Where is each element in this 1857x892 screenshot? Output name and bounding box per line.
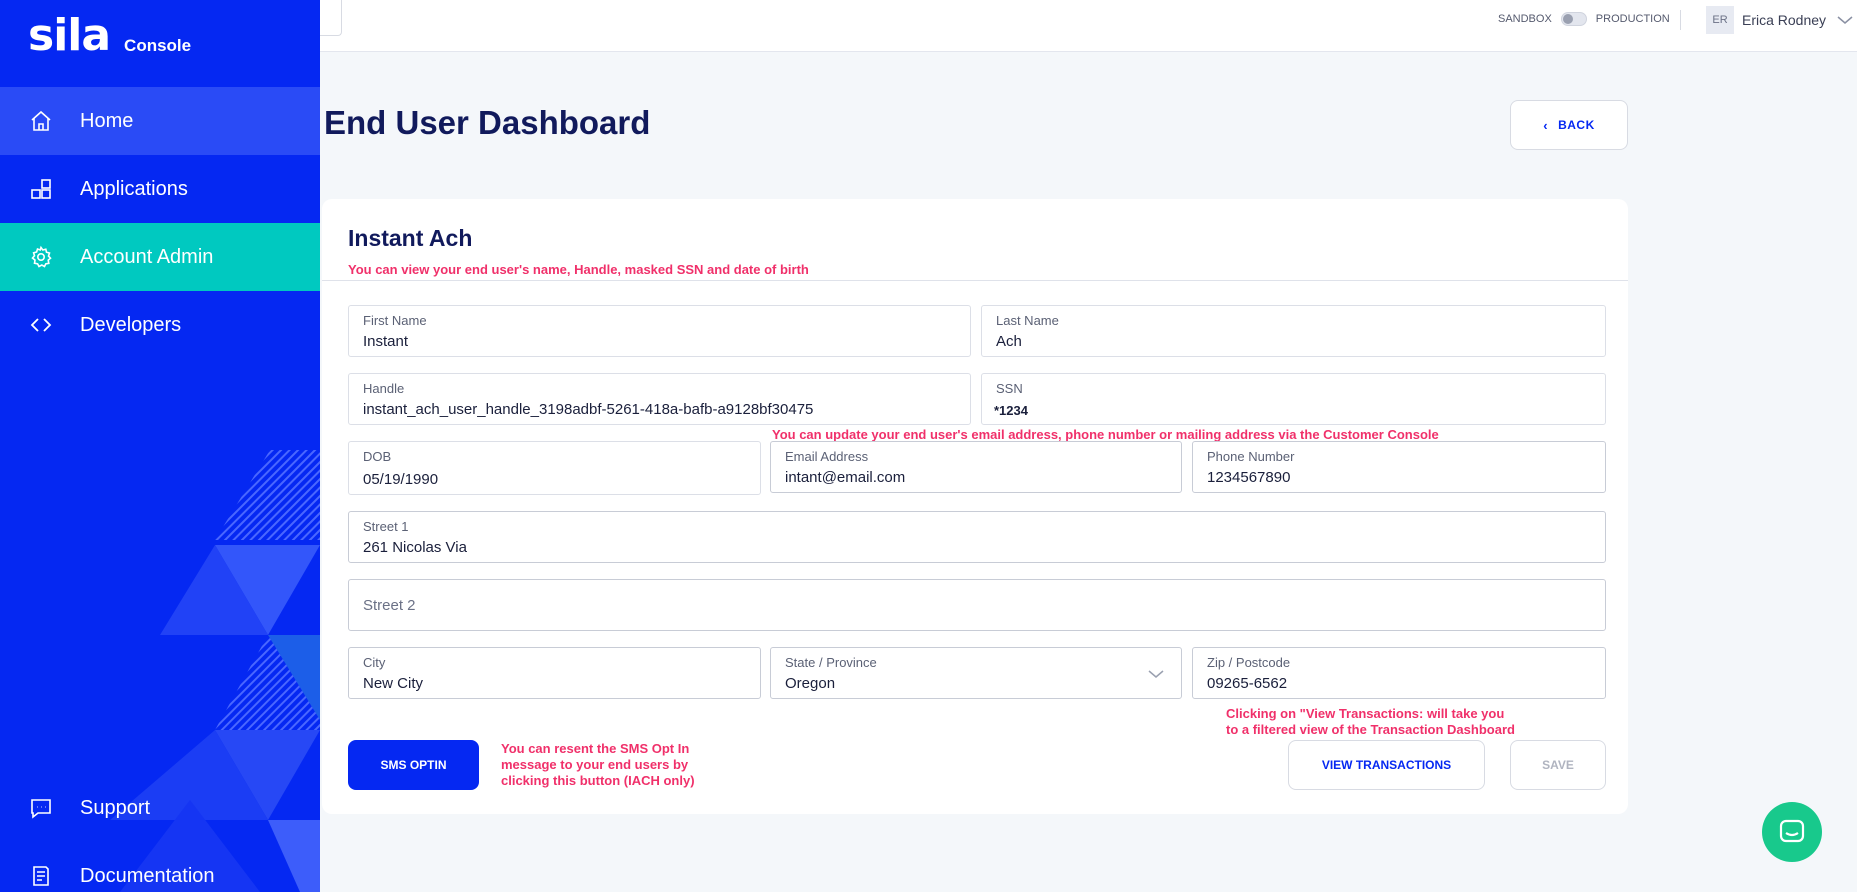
- field-value: *1234: [994, 403, 1028, 418]
- ssn-field[interactable]: SSN *1234: [981, 373, 1606, 425]
- sidebar-item-label: Documentation: [80, 864, 215, 887]
- sidebar-item-home[interactable]: Home: [0, 87, 320, 155]
- sila-logo[interactable]: sila Console: [28, 14, 191, 58]
- code-icon: [28, 312, 54, 338]
- hint-view-transactions: Clicking on "View Transactions: will tak…: [1226, 706, 1515, 738]
- handle-field[interactable]: Handle instant_ach_user_handle_3198adbf-…: [348, 373, 971, 425]
- chat-launcher-button[interactable]: [1762, 802, 1822, 862]
- field-label: Last Name: [996, 313, 1059, 328]
- sidebar-item-label: Account Admin: [80, 245, 214, 268]
- sidebar-item-label: Applications: [80, 177, 188, 200]
- sidebar-item-label: Developers: [80, 313, 182, 336]
- card-title: Instant Ach: [348, 225, 473, 251]
- field-value: Instant: [363, 333, 409, 350]
- sidebar-bottom-nav: Support Documentation: [0, 774, 320, 892]
- avatar: ER: [1706, 6, 1734, 34]
- street-2-field[interactable]: Street 2: [348, 579, 1606, 631]
- zip-field[interactable]: Zip / Postcode 09265-6562: [1192, 647, 1606, 699]
- user-name: Erica Rodney: [1742, 12, 1827, 28]
- sidebar-item-account-admin[interactable]: Account Admin: [0, 223, 320, 291]
- field-value: 09265-6562: [1207, 675, 1288, 692]
- state-select[interactable]: State / Province Oregon: [770, 647, 1182, 699]
- sidebar-item-label: Support: [80, 796, 151, 819]
- field-label: First Name: [363, 313, 427, 328]
- sidebar-item-support[interactable]: Support: [0, 774, 320, 842]
- environment-switch: SANDBOX PRODUCTION: [1498, 12, 1670, 26]
- chat-icon: [1779, 819, 1805, 843]
- back-button-label: BACK: [1558, 118, 1595, 132]
- city-field[interactable]: City New City: [348, 647, 761, 699]
- field-label: SSN: [996, 381, 1023, 396]
- env-production-label: PRODUCTION: [1595, 13, 1670, 25]
- chevron-down-icon: [1837, 16, 1853, 24]
- home-icon: [28, 108, 54, 134]
- hint-view-identity: You can view your end user's name, Handl…: [348, 262, 809, 277]
- hint-line: to a filtered view of the Transaction Da…: [1226, 722, 1515, 737]
- chat-bubble-icon: [28, 795, 54, 821]
- gear-icon: [28, 244, 54, 270]
- user-menu[interactable]: ER Erica Rodney: [1706, 6, 1854, 34]
- view-transactions-button[interactable]: VIEW TRANSACTIONS: [1288, 740, 1485, 790]
- field-label: Handle: [363, 381, 405, 396]
- logo-subtitle: Console: [124, 36, 192, 55]
- sidebar-item-documentation[interactable]: Documentation: [0, 842, 320, 892]
- field-value: New City: [363, 675, 424, 692]
- sidebar: sila Console Home Applications Account A…: [0, 0, 320, 892]
- sidebar-item-developers[interactable]: Developers: [0, 291, 320, 359]
- field-label: Zip / Postcode: [1207, 655, 1291, 670]
- street-1-field[interactable]: Street 1 261 Nicolas Via: [348, 511, 1606, 563]
- field-label: State / Province: [785, 655, 877, 670]
- field-label: Phone Number: [1207, 449, 1295, 464]
- hint-sms-optin: You can resent the SMS Opt In message to…: [501, 741, 695, 789]
- user-details-card: Instant Ach You can view your end user's…: [322, 199, 1628, 814]
- save-button[interactable]: SAVE: [1510, 740, 1606, 790]
- topbar-divider: [1680, 10, 1681, 30]
- card-divider: [322, 280, 1628, 281]
- field-placeholder: Street 2: [363, 597, 416, 614]
- env-sandbox-label: SANDBOX: [1498, 13, 1552, 25]
- logo-wordmark: sila: [28, 10, 111, 61]
- chevron-down-icon: [1148, 670, 1164, 678]
- hint-line: message to your end users by: [501, 757, 689, 772]
- field-value: Ach: [996, 333, 1022, 350]
- email-field[interactable]: Email Address intant@email.com: [770, 441, 1182, 493]
- field-value: 261 Nicolas Via: [363, 539, 467, 556]
- first-name-field[interactable]: First Name Instant: [348, 305, 971, 357]
- applications-icon: [28, 176, 54, 202]
- hint-line: clicking this button (IACH only): [501, 773, 695, 788]
- hint-line: Clicking on "View Transactions: will tak…: [1226, 706, 1505, 721]
- field-label: Street 1: [363, 519, 409, 534]
- field-value: intant@email.com: [785, 469, 906, 486]
- phone-field[interactable]: Phone Number 1234567890: [1192, 441, 1606, 493]
- field-value: Oregon: [785, 675, 836, 692]
- chevron-left-icon: ‹: [1543, 117, 1549, 133]
- sms-optin-button[interactable]: SMS OPTIN: [348, 740, 479, 790]
- app-select[interactable]: [320, 0, 342, 36]
- field-value: 05/19/1990: [363, 471, 439, 488]
- field-value: instant_ach_user_handle_3198adbf-5261-41…: [363, 401, 814, 418]
- field-value: 1234567890: [1207, 469, 1291, 486]
- field-label: DOB: [363, 449, 392, 464]
- hint-line: You can resent the SMS Opt In: [501, 741, 690, 756]
- document-icon: [28, 863, 54, 889]
- sidebar-nav: Home Applications Account Admin Develope…: [0, 87, 320, 359]
- field-label: City: [363, 655, 386, 670]
- back-button[interactable]: ‹ BACK: [1510, 100, 1628, 150]
- sidebar-item-applications[interactable]: Applications: [0, 155, 320, 223]
- page-title: End User Dashboard: [324, 104, 651, 141]
- top-bar: SANDBOX PRODUCTION ER Erica Rodney: [320, 0, 1857, 52]
- environment-toggle[interactable]: [1560, 12, 1587, 26]
- field-label: Email Address: [785, 449, 869, 464]
- last-name-field[interactable]: Last Name Ach: [981, 305, 1606, 357]
- sidebar-item-label: Home: [80, 109, 134, 132]
- dob-field[interactable]: DOB 05/19/1990: [348, 441, 761, 495]
